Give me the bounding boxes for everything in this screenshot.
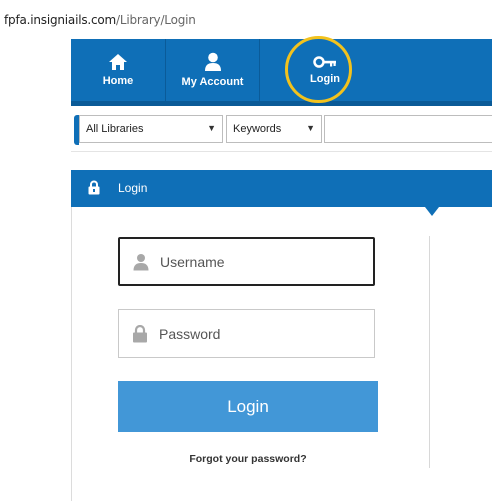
login-panel-header: Login (71, 170, 492, 207)
forgot-password-link[interactable]: Forgot your password? (118, 453, 378, 465)
login-highlight-circle (285, 36, 352, 103)
panel-column-divider (429, 236, 430, 468)
password-field[interactable] (118, 309, 375, 358)
top-nav: Home My Account Login (71, 39, 492, 101)
login-button[interactable]: Login (118, 381, 378, 432)
login-panel-title: Login (118, 181, 148, 195)
nav-divider (259, 39, 260, 101)
chevron-down-icon: ▼ (306, 123, 315, 133)
chevron-down-icon: ▼ (207, 123, 216, 133)
nav-my-account-label: My Account (181, 76, 244, 88)
home-icon (109, 54, 127, 70)
search-field-select[interactable]: Keywords ▼ (226, 115, 322, 143)
search-bar-divider (71, 151, 492, 152)
search-field-select-value: Keywords (233, 123, 282, 135)
url-path: /Library/Login (116, 13, 196, 27)
password-input[interactable] (159, 325, 359, 342)
lock-icon (88, 180, 100, 195)
user-icon (204, 52, 221, 71)
nav-home-label: Home (102, 75, 134, 87)
search-input[interactable] (324, 115, 492, 143)
library-select[interactable]: All Libraries ▼ (79, 115, 223, 143)
panel-notch (425, 207, 439, 216)
nav-my-account[interactable]: My Account (166, 39, 259, 101)
nav-bottom-strip (71, 101, 492, 106)
nav-home[interactable]: Home (71, 39, 165, 101)
username-field[interactable] (118, 237, 375, 286)
username-input[interactable] (160, 253, 360, 270)
address-bar-url[interactable]: fpfa.insigniails.com/Library/Login (4, 13, 196, 27)
user-icon (130, 251, 152, 273)
lock-icon (129, 323, 151, 345)
url-domain: fpfa.insigniails.com (4, 13, 117, 27)
library-select-value: All Libraries (86, 123, 144, 135)
